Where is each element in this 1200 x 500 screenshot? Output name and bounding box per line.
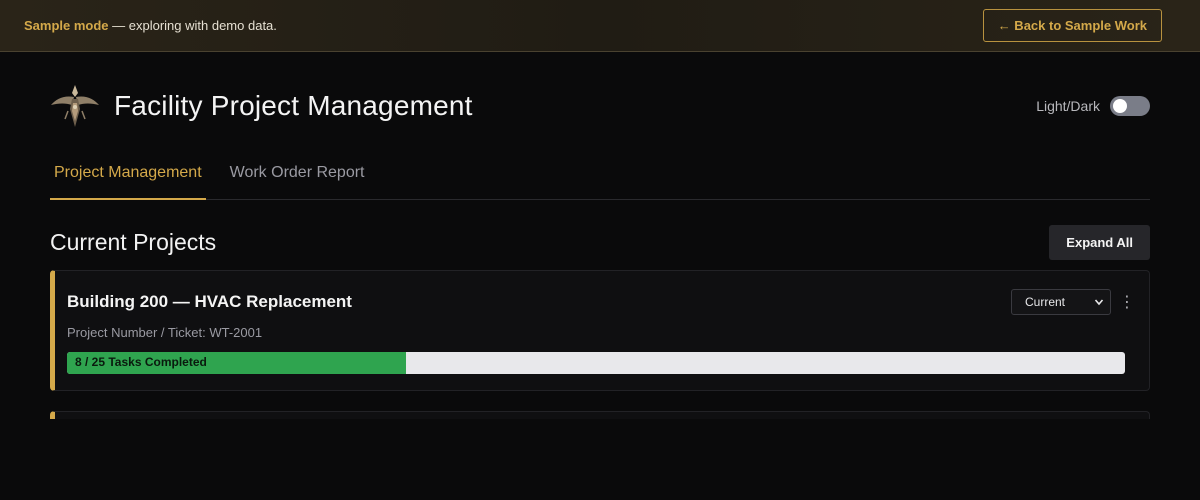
tab-project-management[interactable]: Project Management bbox=[50, 160, 206, 200]
project-status-select[interactable]: Current bbox=[1011, 289, 1111, 315]
expand-all-button[interactable]: Expand All bbox=[1049, 224, 1150, 260]
app-title: Facility Project Management bbox=[114, 90, 473, 121]
light-dark-toggle[interactable] bbox=[1110, 96, 1150, 116]
more-options-icon[interactable]: ⋮ bbox=[1119, 292, 1135, 312]
main-container: Facility Project Management Light/Dark P… bbox=[50, 52, 1150, 419]
tab-work-order-report[interactable]: Work Order Report bbox=[226, 160, 369, 200]
section-title: Current Projects bbox=[50, 228, 217, 255]
status-select-value: Current bbox=[1025, 295, 1066, 309]
project-actions: Current ⋮ bbox=[1011, 289, 1135, 315]
brand: Facility Project Management bbox=[50, 81, 473, 131]
project-card-header: Building 200 — HVAC Replacement Current … bbox=[67, 289, 1135, 315]
winged-emblem-icon bbox=[50, 81, 100, 131]
project-ticket: Project Number / Ticket: WT-2001 bbox=[67, 325, 263, 340]
task-progress-bar: 8 / 25 Tasks Completed bbox=[67, 352, 1125, 374]
sample-mode-banner: Sample mode — exploring with demo data. … bbox=[0, 0, 1200, 52]
project-card[interactable]: Building 200 — HVAC Replacement Current … bbox=[50, 270, 1150, 391]
task-progress-label: 8 / 25 Tasks Completed bbox=[75, 355, 207, 369]
chevron-down-icon bbox=[1094, 299, 1104, 306]
theme-label: Light/Dark bbox=[1036, 98, 1100, 114]
project-title: Building 200 — HVAC Replacement bbox=[67, 292, 352, 311]
sample-mode-label: Sample mode bbox=[24, 18, 109, 33]
back-to-sample-work-button[interactable]: ← Back to Sample Work bbox=[982, 9, 1162, 42]
theme-switch: Light/Dark bbox=[1036, 96, 1150, 116]
banner-message: Sample mode — exploring with demo data. bbox=[24, 18, 277, 33]
section-header: Current Projects Expand All bbox=[50, 224, 1150, 260]
main-tabs: Project Management Work Order Report bbox=[50, 160, 1150, 200]
app-header: Facility Project Management Light/Dark bbox=[50, 52, 1150, 160]
banner-description: — exploring with demo data. bbox=[108, 18, 277, 33]
project-card-next[interactable] bbox=[50, 411, 1150, 419]
toggle-knob bbox=[1113, 99, 1127, 113]
